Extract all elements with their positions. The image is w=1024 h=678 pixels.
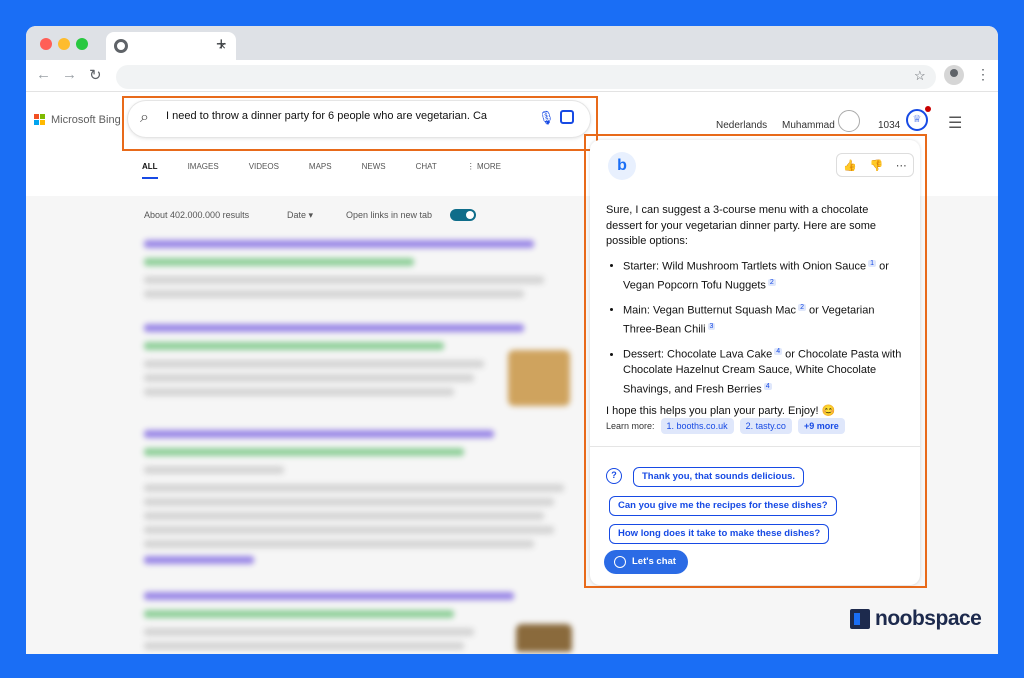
chrome-icon (114, 39, 128, 53)
user-avatar-icon[interactable] (838, 110, 860, 132)
citation-link[interactable]: 2 (798, 303, 806, 311)
search-box[interactable]: ⌕ 🎙︎ (128, 101, 590, 137)
open-links-toggle[interactable] (450, 209, 476, 221)
search-tabs: ALL IMAGES VIDEOS MAPS NEWS CHAT ⋮ MORE (142, 162, 531, 179)
tab-strip: × + (26, 26, 998, 60)
divider (590, 446, 920, 447)
address-bar[interactable] (116, 65, 936, 89)
tab-maps[interactable]: MAPS (309, 162, 332, 179)
rewards-points[interactable]: 1034 (878, 120, 900, 131)
hamburger-menu-icon[interactable]: ☰ (948, 113, 962, 133)
more-sources-link[interactable]: +9 more (797, 418, 845, 434)
feedback-bar: 👍 👎 ⋯ (836, 153, 914, 177)
list-item: Starter: Wild Mushroom Tartlets with Oni… (623, 256, 906, 294)
rewards-trophy-icon[interactable]: ♕ (906, 109, 928, 131)
more-options-icon[interactable]: ⋯ (896, 159, 907, 172)
results-count: About 402.000.000 results (144, 210, 250, 220)
user-name[interactable]: Muhammad (782, 120, 835, 131)
minimize-window-button[interactable] (58, 38, 70, 50)
list-item: Dessert: Chocolate Lava Cake4 or Chocola… (623, 344, 906, 398)
bing-chat-icon: b (608, 152, 636, 180)
tab-images[interactable]: IMAGES (188, 162, 219, 179)
forward-icon[interactable]: → (62, 66, 77, 83)
close-window-button[interactable] (40, 38, 52, 50)
question-icon: ? (606, 468, 622, 484)
bing-logo[interactable]: Microsoft Bing (34, 114, 121, 126)
watermark-text: noobspace (875, 607, 982, 630)
microsoft-logo-icon (34, 114, 46, 126)
date-filter[interactable]: Date ▾ (287, 210, 313, 221)
search-input[interactable] (166, 110, 526, 122)
browser-menu-icon[interactable]: ⋮ (976, 66, 990, 83)
tab-news[interactable]: NEWS (362, 162, 386, 179)
source-link[interactable]: 1. booths.co.uk (660, 418, 734, 434)
visual-search-icon[interactable] (560, 110, 574, 124)
new-tab-button[interactable]: + (216, 34, 227, 55)
suggestion-button[interactable]: How long does it take to make these dish… (609, 524, 830, 544)
citation-link[interactable]: 4 (763, 382, 772, 390)
back-icon[interactable]: ← (36, 66, 51, 83)
chat-answer: Sure, I can suggest a 3-course menu with… (606, 203, 906, 419)
notification-dot (925, 106, 931, 112)
language-link[interactable]: Nederlands (716, 120, 767, 131)
chat-answer-card: b 👍 👎 ⋯ Sure, I can suggest a 3-course m… (590, 140, 920, 585)
suggestion-button[interactable]: Can you give me the recipes for these di… (609, 496, 837, 516)
tab-all[interactable]: ALL (142, 162, 158, 179)
citation-link[interactable]: 2 (767, 278, 776, 286)
suggestion-button[interactable]: Thank you, that sounds delicious. (633, 467, 805, 487)
open-links-label: Open links in new tab (346, 210, 433, 220)
browser-toolbar: ← → ↻ ☆ ⋮ (26, 60, 998, 92)
maximize-window-button[interactable] (76, 38, 88, 50)
list-item: Main: Vegan Butternut Squash Mac2 or Veg… (623, 300, 906, 338)
menu-options-list: Starter: Wild Mushroom Tartlets with Oni… (606, 256, 906, 398)
tab-more[interactable]: ⋮ MORE (467, 162, 501, 179)
logo-text: Microsoft Bing (51, 114, 121, 126)
learn-more-row: Learn more: 1. booths.co.uk 2. tasty.co … (606, 418, 845, 434)
lets-chat-button[interactable]: Let's chat (604, 550, 688, 574)
microphone-icon[interactable]: 🎙︎ (538, 110, 555, 126)
answer-intro: Sure, I can suggest a 3-course menu with… (606, 204, 877, 247)
citation-link[interactable]: 3 (707, 322, 716, 330)
thumbs-up-icon[interactable]: 👍 (843, 159, 857, 172)
citation-link[interactable]: 1 (868, 259, 877, 267)
noobspace-watermark: noobspace (850, 607, 982, 631)
lets-chat-label: Let's chat (632, 556, 676, 567)
citation-link[interactable]: 4 (774, 348, 783, 356)
tab-videos[interactable]: VIDEOS (249, 162, 279, 179)
thumbs-down-icon[interactable]: 👎 (870, 159, 884, 172)
noobspace-logo-icon (850, 609, 870, 629)
blurred-results (136, 232, 576, 652)
learn-more-label: Learn more: (606, 421, 655, 431)
bookmark-star-icon[interactable]: ☆ (914, 68, 926, 84)
search-icon: ⌕ (140, 109, 149, 126)
chat-bubble-icon (614, 556, 626, 568)
profile-icon[interactable] (944, 65, 964, 85)
source-link[interactable]: 2. tasty.co (739, 418, 792, 434)
tab-chat[interactable]: CHAT (416, 162, 437, 179)
reload-icon[interactable]: ↻ (89, 66, 102, 84)
